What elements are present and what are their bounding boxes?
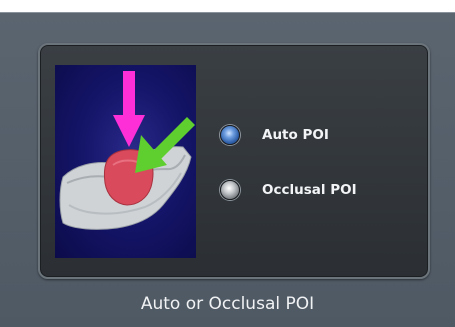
dialog-panel: Auto POI Occlusal POI Auto or Occlusal P… — [0, 12, 455, 327]
auto-poi-label: Auto POI — [262, 127, 329, 143]
dental-preview-image — [55, 65, 196, 258]
dental-scan-illustration — [59, 71, 195, 230]
auto-poi-radio[interactable] — [220, 125, 240, 145]
poi-options-group: Auto POI Occlusal POI — [38, 43, 430, 279]
auto-poi-option[interactable]: Auto POI — [220, 123, 420, 147]
occlusal-poi-label: Occlusal POI — [262, 182, 357, 198]
top-strip — [0, 0, 455, 12]
dialog-caption: Auto or Occlusal POI — [140, 294, 315, 314]
occlusal-poi-radio[interactable] — [220, 180, 240, 200]
occlusal-poi-option[interactable]: Occlusal POI — [220, 178, 420, 202]
magenta-arrow-icon — [113, 71, 145, 147]
